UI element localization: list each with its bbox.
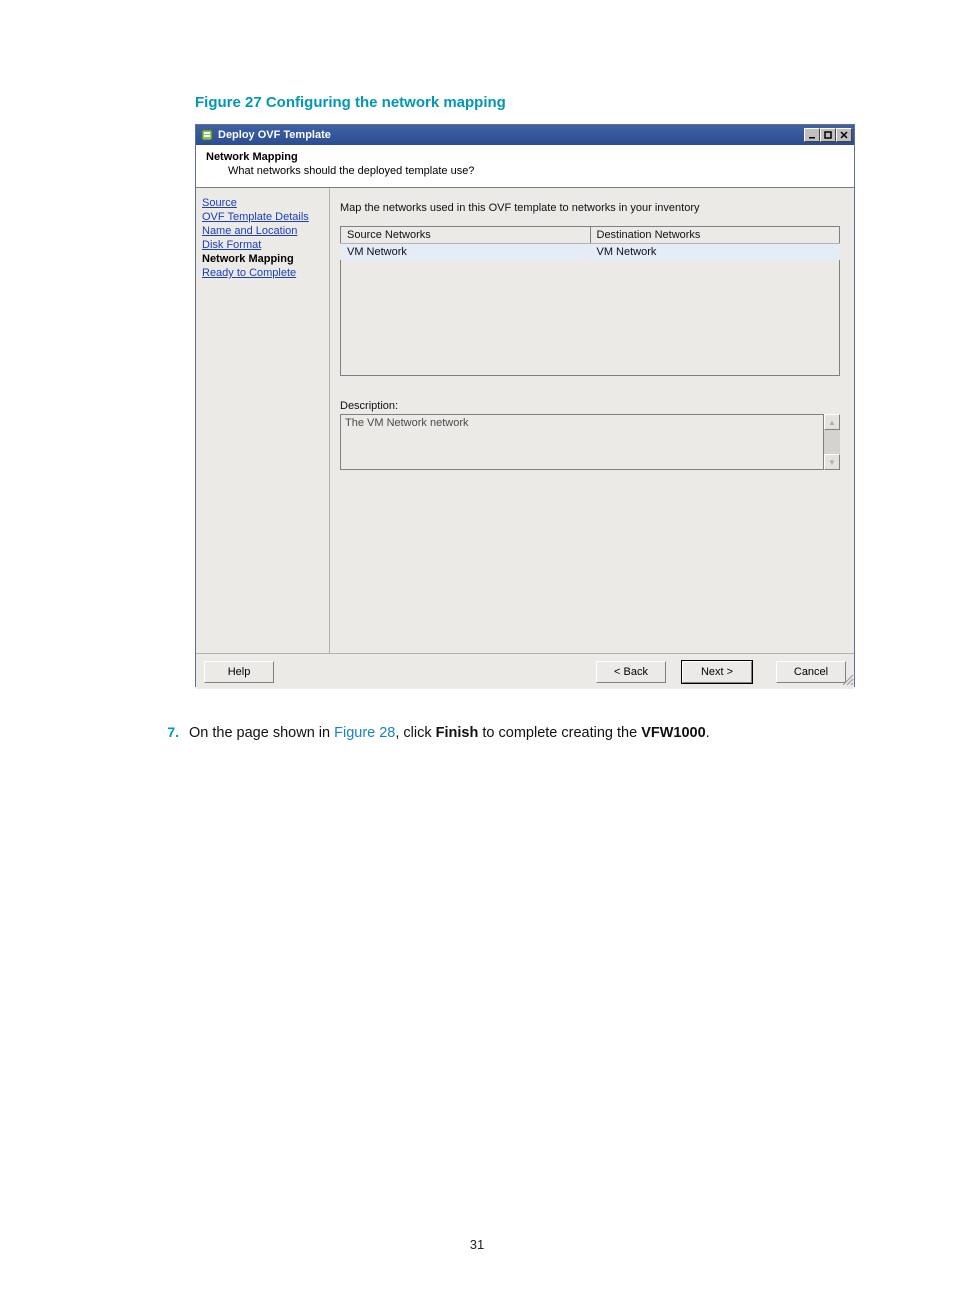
mapping-instruction: Map the networks used in this OVF templa… <box>340 202 844 214</box>
step-pre: On the page shown in <box>189 725 334 741</box>
step-tail: . <box>706 725 710 741</box>
step-mid1: , click <box>395 725 435 741</box>
resize-grip-icon[interactable] <box>840 672 854 686</box>
dialog-title: Deploy OVF Template <box>218 129 804 141</box>
cell-destination[interactable]: VM Network <box>590 244 840 261</box>
nav-disk-format[interactable]: Disk Format <box>202 238 323 252</box>
wizard-header-sub: What networks should the deployed templa… <box>228 165 844 177</box>
nav-source[interactable]: Source <box>202 196 323 210</box>
back-button[interactable]: < Back <box>596 661 666 683</box>
description-box: The VM Network network <box>340 414 824 470</box>
figure-caption: Figure 27 Configuring the network mappin… <box>195 94 506 111</box>
figure-28-link[interactable]: Figure 28 <box>334 725 395 741</box>
wizard-header: Network Mapping What networks should the… <box>196 145 854 188</box>
step-vfw: VFW1000 <box>641 725 705 741</box>
step-text: On the page shown in Figure 28, click Fi… <box>189 725 710 741</box>
wizard-header-title: Network Mapping <box>206 151 844 163</box>
step-mid2: to complete creating the <box>478 725 641 741</box>
nav-network-mapping[interactable]: Network Mapping <box>202 252 323 266</box>
cancel-button[interactable]: Cancel <box>776 661 846 683</box>
minimize-button[interactable] <box>804 128 820 142</box>
maximize-button[interactable] <box>820 128 836 142</box>
col-destination-networks[interactable]: Destination Networks <box>590 227 840 244</box>
next-button[interactable]: Next > <box>682 661 752 683</box>
scroll-up-icon[interactable]: ▲ <box>824 414 840 430</box>
nav-ovf-details[interactable]: OVF Template Details <box>202 210 323 224</box>
wizard-button-bar: Help < Back Next > Cancel <box>196 653 854 689</box>
step-7: 7. On the page shown in Figure 28, click… <box>155 724 710 741</box>
cell-source: VM Network <box>341 244 591 261</box>
help-button[interactable]: Help <box>204 661 274 683</box>
step-number: 7. <box>155 724 189 740</box>
table-row[interactable]: VM Network VM Network <box>341 244 840 261</box>
network-mapping-empty-area <box>340 260 840 376</box>
description-label: Description: <box>340 400 844 412</box>
scroll-down-icon[interactable]: ▼ <box>824 454 840 470</box>
step-finish: Finish <box>436 725 479 741</box>
col-source-networks[interactable]: Source Networks <box>341 227 591 244</box>
deploy-ovf-dialog: Deploy OVF Template Network Mapping What… <box>195 124 855 687</box>
description-scrollbar: ▲ ▼ <box>824 414 840 470</box>
network-mapping-table: Source Networks Destination Networks VM … <box>340 226 840 260</box>
title-bar: Deploy OVF Template <box>196 125 854 145</box>
close-button[interactable] <box>836 128 852 142</box>
page-number: 31 <box>0 1237 954 1252</box>
nav-ready-complete[interactable]: Ready to Complete <box>202 266 323 280</box>
nav-name-location[interactable]: Name and Location <box>202 224 323 238</box>
ovf-template-icon <box>200 128 214 142</box>
wizard-content: Map the networks used in this OVF templa… <box>330 188 854 653</box>
wizard-nav: Source OVF Template Details Name and Loc… <box>196 188 330 653</box>
